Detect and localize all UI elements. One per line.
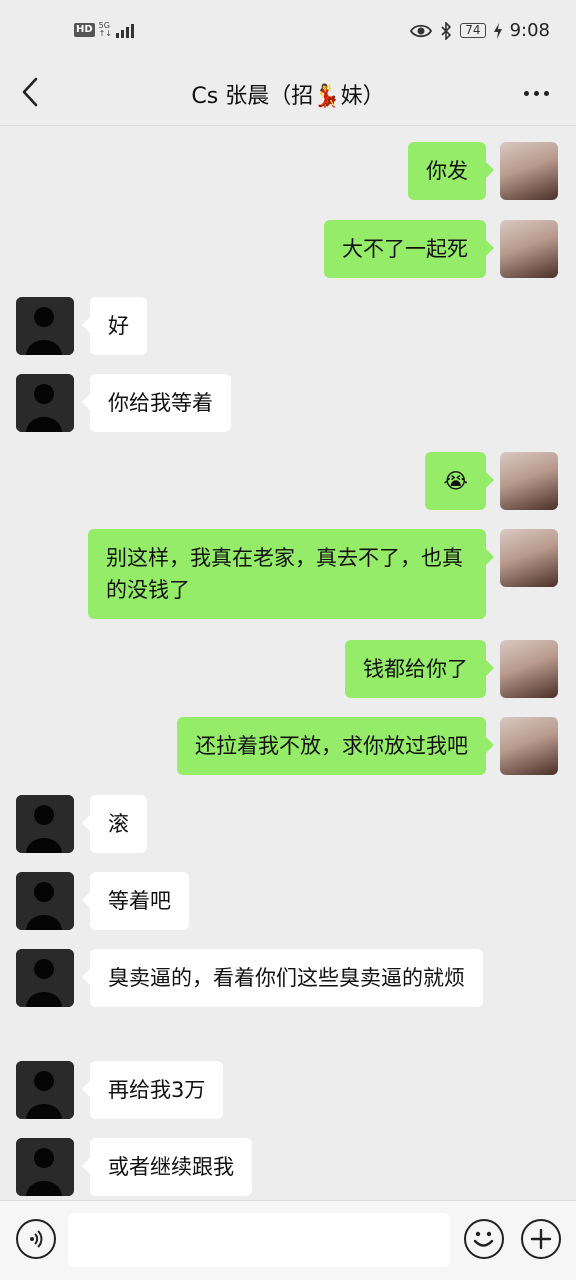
message-bubble[interactable]: 臭卖逼的，看着你们这些臭卖逼的就烦: [82, 949, 483, 1007]
my-avatar[interactable]: [500, 529, 558, 587]
contact-avatar[interactable]: [16, 872, 74, 930]
message-input[interactable]: [68, 1213, 450, 1267]
back-button[interactable]: [14, 74, 46, 110]
message-bubble[interactable]: 还拉着我不放，求你放过我吧: [177, 717, 494, 775]
bluetooth-icon: [441, 21, 452, 40]
silhouette-image: [16, 1138, 74, 1196]
chat-title: Cs 张晨（招💃妹）: [191, 84, 385, 109]
status-right: 74 9:08: [410, 20, 550, 41]
silhouette-image: [16, 297, 74, 355]
message-bubble[interactable]: 你给我等着: [82, 374, 231, 432]
contact-avatar[interactable]: [16, 949, 74, 1007]
silhouette-image: [16, 872, 74, 930]
message-row: 别这样，我真在老家，真去不了，也真的没钱了: [0, 529, 576, 625]
message-row: 滚: [0, 795, 576, 855]
message-bubble[interactable]: 😭: [425, 452, 494, 510]
silhouette-image: [16, 1061, 74, 1119]
message-bubble[interactable]: 大不了一起死: [324, 220, 494, 278]
contact-avatar[interactable]: [16, 1061, 74, 1119]
hd-badge: HD: [74, 23, 95, 37]
message-row: 你发: [0, 142, 576, 202]
silhouette-image: [16, 795, 74, 853]
network-indicator: 5G ↑↓: [99, 22, 112, 38]
input-bar: [0, 1200, 576, 1280]
message-row: 等着吧: [0, 872, 576, 932]
voice-icon: [30, 1230, 43, 1248]
more-options-button[interactable]: [516, 76, 556, 110]
my-avatar[interactable]: [500, 220, 558, 278]
message-row: 好: [0, 297, 576, 357]
message-bubble[interactable]: 再给我3万: [81, 1061, 224, 1119]
message-bubble[interactable]: 或者继续跟我: [82, 1138, 252, 1196]
message-row: 😭: [0, 452, 576, 512]
status-left: HD 5G ↑↓: [74, 22, 135, 38]
contact-avatar[interactable]: [16, 297, 74, 355]
my-avatar[interactable]: [500, 142, 558, 200]
message-bubble[interactable]: 你发: [408, 142, 494, 200]
network-activity: ↑↓: [98, 29, 113, 38]
more-actions-button[interactable]: [521, 1219, 561, 1259]
contact-avatar[interactable]: [16, 795, 74, 853]
silhouette-image: [16, 949, 74, 1007]
more-dots-icon: [523, 90, 529, 96]
message-row: 钱都给你了: [0, 640, 576, 700]
message-row: 臭卖逼的，看着你们这些臭卖逼的就烦: [0, 949, 576, 1045]
plus-icon: [530, 1228, 552, 1250]
message-bubble[interactable]: 等着吧: [82, 872, 189, 930]
message-row: 或者继续跟我: [0, 1138, 576, 1198]
message-bubble[interactable]: 好: [82, 297, 147, 355]
contact-avatar[interactable]: [16, 374, 74, 432]
message-bubble[interactable]: 别这样，我真在老家，真去不了，也真的没钱了: [88, 529, 494, 619]
message-row: 再给我3万: [0, 1061, 576, 1121]
battery-indicator: 74: [460, 23, 486, 38]
message-row: 你给我等着: [0, 374, 576, 434]
charging-icon: [493, 22, 502, 39]
message-row: 还拉着我不放，求你放过我吧: [0, 717, 576, 777]
my-avatar[interactable]: [500, 452, 558, 510]
eye-icon: [410, 24, 433, 37]
emoji-button[interactable]: [464, 1219, 504, 1259]
chat-header: Cs 张晨（招💃妹）: [0, 60, 576, 126]
message-row: 大不了一起死: [0, 220, 576, 280]
message-bubble[interactable]: 钱都给你了: [345, 640, 494, 698]
voice-button[interactable]: [16, 1219, 56, 1259]
message-list[interactable]: 你发 大不了一起死 好 你给我等着 😭 别这样，我真在老家，真去不了，也真的没钱…: [0, 126, 576, 1200]
emoji-icon: [473, 1231, 494, 1247]
my-avatar[interactable]: [500, 640, 558, 698]
status-bar: HD 5G ↑↓ 74 9:08: [0, 0, 576, 60]
signal-icon: [116, 22, 135, 38]
silhouette-image: [16, 374, 74, 432]
my-avatar[interactable]: [500, 717, 558, 775]
contact-avatar[interactable]: [16, 1138, 74, 1196]
message-bubble[interactable]: 滚: [82, 795, 147, 853]
clock: 9:08: [509, 20, 550, 41]
back-arrow-icon: [22, 77, 38, 107]
